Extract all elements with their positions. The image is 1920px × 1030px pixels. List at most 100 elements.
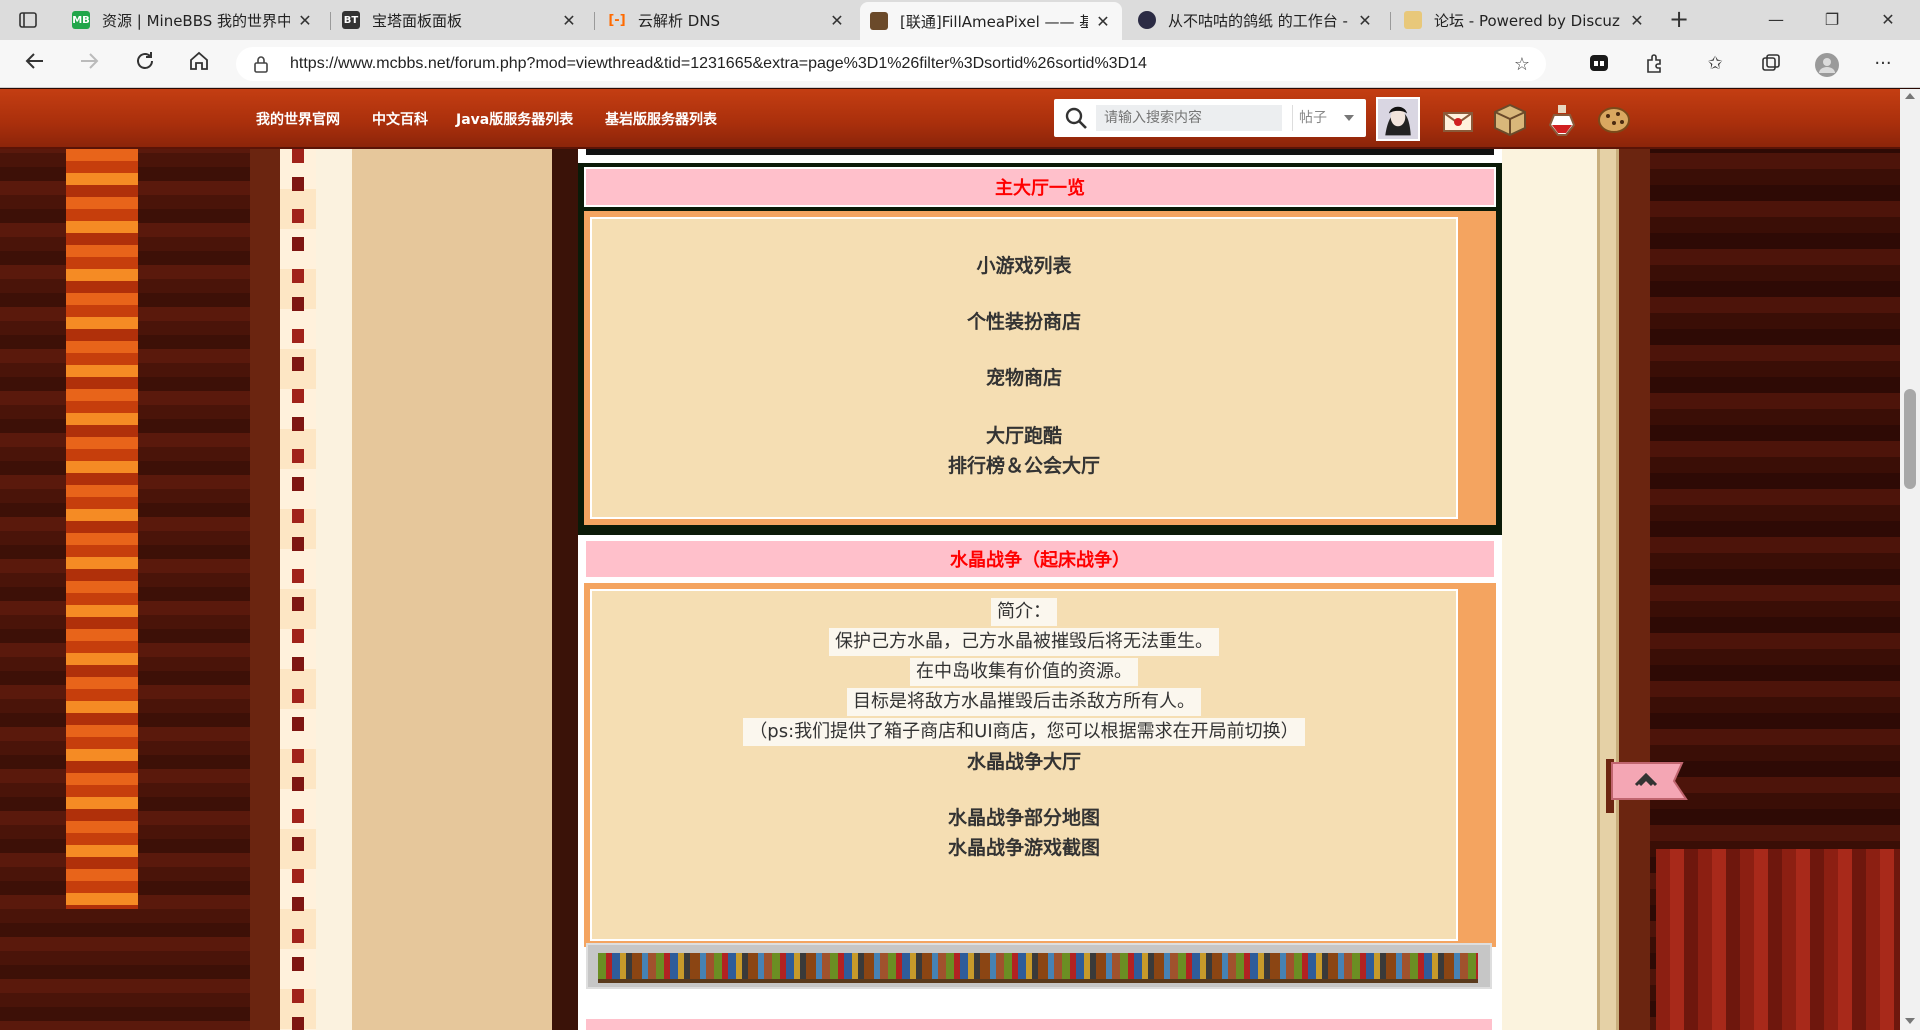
back-icon [25,53,43,69]
intro-line: 目标是将敌方水晶摧毁后击杀敌方所有人。 [847,688,1201,716]
tab-actions-button[interactable] [16,9,40,31]
close-tab-icon[interactable]: ✕ [296,11,314,30]
close-tab-icon[interactable]: ✕ [560,11,578,30]
close-tab-icon[interactable]: ✕ [1628,11,1646,30]
lobby-item-cosmetics-shop: 个性装扮商店 [966,311,1081,333]
tab-baota[interactable]: BT 宝塔面板面板 ✕ [332,4,588,36]
lobby-item-minigames: 小游戏列表 [976,255,1072,277]
tab-separator [1390,12,1391,30]
scroll-up-icon[interactable] [1905,93,1915,99]
tab-minebbs[interactable]: MB 资源 | MineBBS 我的世界中 ✕ [62,4,324,36]
previous-section-edge [578,149,1502,159]
search-input[interactable] [1096,105,1282,131]
lobby-item-leaderboard-guild: 排行榜＆公会大厅 [947,455,1100,477]
chevron-down-icon [1344,115,1354,121]
cookie-icon[interactable] [1596,103,1632,137]
search-icon[interactable] [1064,106,1088,130]
extensions-button[interactable] [1642,52,1668,76]
block-favicon-icon [870,12,888,30]
more-icon: ··· [1874,53,1892,74]
tab-title: 云解析 DNS [638,11,721,30]
tab-fillameapixel-active[interactable]: [联通]FillAmeaPixel —— 基 ✕ [860,2,1122,40]
restore-button[interactable]: ❐ [1814,6,1850,34]
tab-title: 论坛 - Powered by Discuz! [1434,11,1622,30]
extension-button[interactable] [1586,52,1612,76]
add-favorite-icon[interactable]: ☆ [1514,54,1530,75]
post-content-area: 主大厅一览 小游戏列表 个性装扮商店 宠物商店 大厅跑酷 排行榜＆公会大厅 水晶… [578,149,1502,1030]
crystal-war-lobby-title: 水晶战争大厅 [966,751,1081,773]
intro-line: （ps:我们提供了箱子商店和UI商店，您可以根据需求在开局前切换） [743,718,1305,746]
section-frame: 简介： 保护己方水晶，己方水晶被摧毁后将无法重生。 在中岛收集有价值的资源。 目… [584,583,1496,947]
web-page: 我的世界官网 中文百科 Java版服务器列表 基岩版服务器列表 帖子 [0,89,1900,1030]
favorites-button[interactable]: ✩ [1702,52,1728,76]
next-section-heading [586,1019,1492,1030]
lobby-item-parkour: 大厅跑酷 [985,425,1062,447]
url-text[interactable]: https://www.mcbbs.net/forum.php?mod=view… [290,55,1147,73]
right-sidebar-column [1497,149,1597,1030]
nav-link-minecraft-official[interactable]: 我的世界官网 [256,109,340,129]
collections-button[interactable] [1758,52,1784,76]
intro-line: 在中岛收集有价值的资源。 [910,658,1138,686]
back-button[interactable] [20,50,50,78]
tab-dns[interactable]: [-] 云解析 DNS ✕ [598,4,856,36]
section-body: 小游戏列表 个性装扮商店 宠物商店 大厅跑酷 排行榜＆公会大厅 [590,217,1458,519]
tab-bilibili[interactable]: 从不咕咕的鸽纸 的工作台 - ✕ [1128,4,1384,36]
minimize-button[interactable]: — [1758,6,1794,34]
search-type-select[interactable]: 帖子 [1292,105,1360,131]
folder-favicon-icon [1404,11,1422,29]
bookshelf-divider-image [586,943,1492,989]
more-button[interactable]: ··· [1870,52,1896,76]
close-tab-icon[interactable]: ✕ [1356,11,1374,30]
profile-button[interactable] [1814,52,1840,77]
tab-actions-icon [19,12,37,28]
nav-link-java-servers[interactable]: Java版服务器列表 [456,109,573,129]
tab-title: 宝塔面板面板 [372,11,463,30]
refresh-button[interactable] [130,50,160,78]
baota-favicon-icon: BT [342,11,360,29]
home-button[interactable] [184,50,214,78]
collections-icon [1762,54,1780,71]
lock-icon[interactable] [252,55,270,73]
close-tab-icon[interactable]: ✕ [828,11,846,30]
page-scrollbar[interactable] [1900,89,1920,1030]
left-pattern-border [280,149,316,1030]
potion-bottle-icon[interactable] [1544,103,1580,137]
section-heading: 水晶战争（起床战争） [584,539,1496,579]
aliyun-favicon-icon: [-] [608,12,626,28]
nav-link-bedrock-servers[interactable]: 基岩版服务器列表 [605,109,717,129]
message-envelope-icon[interactable] [1440,103,1476,137]
user-avatar[interactable] [1376,97,1420,141]
profile-icon [1815,53,1839,77]
bilibili-favicon-icon [1138,11,1156,29]
forward-button[interactable] [74,50,104,78]
crystal-war-maps-title: 水晶战争部分地图 [947,807,1100,829]
refresh-icon [137,52,153,69]
address-bar[interactable]: https://www.mcbbs.net/forum.php?mod=view… [236,47,1546,81]
favorites-icon: ✩ [1707,53,1723,74]
search-type-label: 帖子 [1299,110,1327,126]
right-wood-pillar [1619,149,1650,1030]
tab-discuz[interactable]: 论坛 - Powered by Discuz! ✕ [1394,4,1656,36]
tab-title: 资源 | MineBBS 我的世界中 [102,11,290,30]
tab-separator [330,12,331,30]
tab-strip: MB 资源 | MineBBS 我的世界中 ✕ BT 宝塔面板面板 ✕ [-] … [0,0,1920,40]
section-body: 简介： 保护己方水晶，己方水晶被摧毁后将无法重生。 在中岛收集有价值的资源。 目… [590,589,1458,941]
tab-title: [联通]FillAmeaPixel —— 基 [900,12,1088,31]
intro-line: 保护己方水晶，己方水晶被摧毁后将无法重生。 [829,628,1219,656]
scroll-down-icon[interactable] [1905,1018,1915,1024]
new-tab-button[interactable]: + [1666,7,1692,33]
left-wood-pillar [250,149,280,1030]
lobby-item-pet-shop: 宠物商店 [985,367,1062,389]
scrollbar-thumb[interactable] [1904,389,1916,489]
lava-column-decoration [66,149,138,909]
tab-separator [594,12,595,30]
site-navigation-bar: 我的世界官网 中文百科 Java版服务器列表 基岩版服务器列表 帖子 [0,89,1900,149]
extension-app-icon [1590,55,1608,71]
crafting-table-icon[interactable] [1492,103,1528,137]
close-window-button[interactable]: ✕ [1870,6,1906,34]
nav-link-wiki[interactable]: 中文百科 [372,109,428,129]
pink-flag-icon[interactable] [1606,755,1690,817]
section-heading: 主大厅一览 [584,167,1496,207]
close-tab-icon[interactable]: ✕ [1094,12,1112,31]
site-search-box: 帖子 [1054,99,1366,137]
